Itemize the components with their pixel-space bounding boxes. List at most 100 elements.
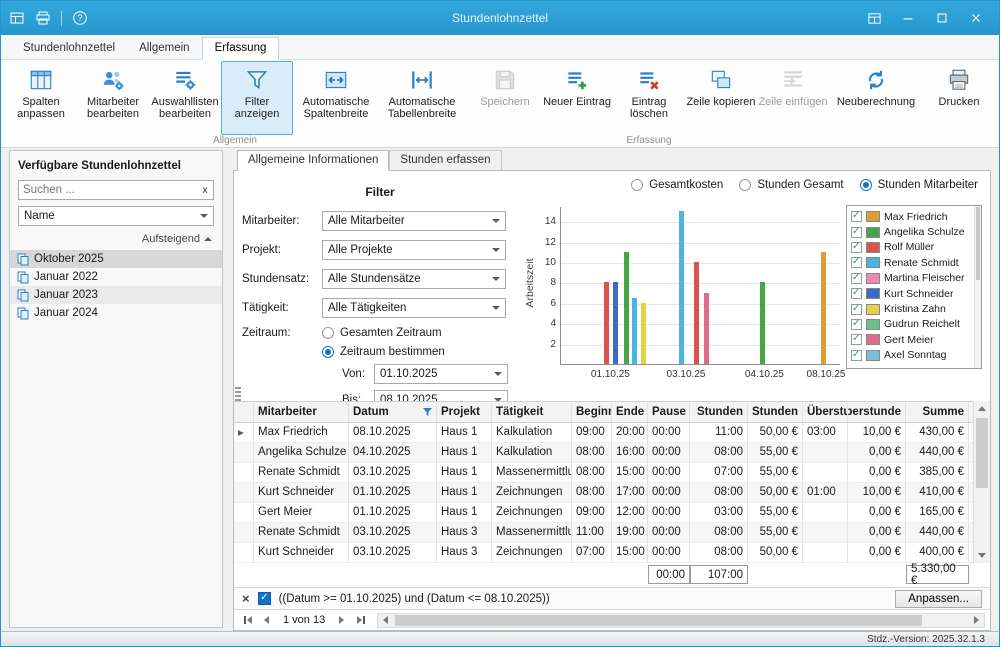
column-header[interactable]: Summe	[906, 402, 969, 422]
column-header[interactable]: Datum	[349, 402, 437, 422]
first-page-button[interactable]	[239, 612, 256, 628]
neuberechnung-button[interactable]: Neuberechnung	[833, 61, 919, 135]
tab-erfassung[interactable]: Erfassung	[202, 37, 280, 60]
table-row[interactable]: Kurt Schneider03.10.2025Haus 3Zeichnunge…	[234, 543, 990, 563]
list-item[interactable]: Januar 2022	[10, 268, 222, 286]
filter-field-dropdown[interactable]: Alle Mitarbeiter	[322, 211, 506, 231]
print-quick-icon[interactable]	[35, 10, 51, 26]
next-page-button[interactable]	[333, 612, 350, 628]
column-header[interactable]: Stunden	[690, 402, 748, 422]
checkbox-checked-icon[interactable]	[851, 242, 862, 253]
filter-field-dropdown[interactable]: Alle Projekte	[322, 240, 506, 260]
filter-field-dropdown[interactable]: Alle Stundensätze	[322, 269, 506, 289]
legend-item[interactable]: Renate Schmidt	[851, 255, 971, 270]
checkbox-checked-icon[interactable]	[851, 334, 862, 345]
legend-item[interactable]: Martina Fleischer	[851, 271, 971, 286]
checkbox-checked-icon[interactable]	[851, 273, 862, 284]
table-scrollbar-thumb[interactable]	[976, 418, 988, 488]
list-item[interactable]: Januar 2023	[10, 286, 222, 304]
eintrag-loeschen-button[interactable]: Eintrag löschen	[613, 61, 685, 135]
sort-order-toggle[interactable]: Aufsteigend	[20, 233, 212, 245]
spalten-anpassen-button[interactable]: Spalten anpassen	[5, 61, 77, 135]
tab-stunden-erfassen[interactable]: Stunden erfassen	[389, 150, 501, 170]
column-header[interactable]: Ende	[612, 402, 648, 422]
von-date-dropdown[interactable]: 01.10.2025	[374, 364, 508, 384]
scroll-left-icon[interactable]	[378, 614, 393, 627]
anpassen-button[interactable]: Anpassen...	[895, 590, 982, 608]
table-vertical-scrollbar[interactable]	[973, 401, 990, 563]
table-row[interactable]: Kurt Schneider01.10.2025Haus 1Zeichnunge…	[234, 483, 990, 503]
column-header[interactable]: Stunden	[748, 402, 803, 422]
legend-item[interactable]: Max Friedrich	[851, 209, 971, 224]
remove-filter-icon[interactable]	[242, 592, 250, 605]
list-item[interactable]: Januar 2024	[10, 304, 222, 322]
scroll-up-icon[interactable]	[974, 401, 990, 416]
minimize-button[interactable]	[893, 5, 923, 31]
column-header[interactable]: Überstu	[803, 402, 848, 422]
neuer-eintrag-button[interactable]: Neuer Eintrag	[541, 61, 613, 135]
table-row[interactable]: Renate Schmidt03.10.2025Haus 1Massenermi…	[234, 463, 990, 483]
search-input[interactable]	[19, 184, 197, 196]
auto-spaltenbreite-button[interactable]: Automatische Spaltenbreite	[293, 61, 379, 135]
column-header[interactable]: Mitarbeiter	[254, 402, 349, 422]
last-page-button[interactable]	[352, 612, 369, 628]
auswahllisten-bearbeiten-button[interactable]: Auswahllisten bearbeiten	[149, 61, 221, 135]
filter-enabled-checkbox[interactable]	[258, 592, 271, 605]
chart-option[interactable]: Stunden Mitarbeiter	[860, 179, 978, 191]
app-table-icon[interactable]	[9, 10, 25, 26]
maximize-button[interactable]	[927, 5, 957, 31]
legend-scrollbar[interactable]	[974, 206, 981, 368]
column-header[interactable]: Tätigkeit	[492, 402, 572, 422]
column-header[interactable]: Pause	[648, 402, 690, 422]
checkbox-checked-icon[interactable]	[851, 350, 862, 361]
radio-gesamter-zeitraum[interactable]: Gesamten Zeitraum	[322, 327, 445, 339]
table-row[interactable]: Angelika Schulze04.10.2025Haus 1Kalkulat…	[234, 443, 990, 463]
zeile-kopieren-button[interactable]: Zeile kopieren	[685, 61, 757, 135]
layout-icon[interactable]	[859, 5, 889, 31]
checkbox-checked-icon[interactable]	[851, 211, 862, 222]
checkbox-checked-icon[interactable]	[851, 227, 862, 238]
radio-zeitraum-bestimmen[interactable]: Zeitraum bestimmen	[322, 346, 445, 358]
clear-search-button[interactable]: x	[197, 184, 213, 196]
checkbox-checked-icon[interactable]	[851, 257, 862, 268]
table-row[interactable]: Gert Meier01.10.2025Haus 1Zeichnungen09:…	[234, 503, 990, 523]
checkbox-checked-icon[interactable]	[851, 288, 862, 299]
legend-item[interactable]: Gert Meier	[851, 332, 971, 347]
chart-option[interactable]: Gesamtkosten	[631, 179, 723, 191]
scroll-right-icon[interactable]	[969, 614, 984, 627]
legend-item[interactable]: Gudrun Reichelt	[851, 317, 971, 332]
checkbox-checked-icon[interactable]	[851, 319, 862, 330]
mitarbeiter-bearbeiten-button[interactable]: Mitarbeiter bearbeiten	[77, 61, 149, 135]
auto-tabellenbreite-button[interactable]: Automatische Tabellenbreite	[379, 61, 465, 135]
help-icon[interactable]: ?	[72, 10, 88, 26]
table-row[interactable]: ▸Max Friedrich08.10.2025Haus 1Kalkulatio…	[234, 423, 990, 443]
close-button[interactable]	[961, 5, 991, 31]
chart-option[interactable]: Stunden Gesamt	[739, 179, 843, 191]
previous-page-button[interactable]	[258, 612, 275, 628]
column-header[interactable]: Überstunde	[848, 402, 906, 422]
hscrollbar-thumb[interactable]	[395, 615, 922, 626]
legend-item[interactable]: Kurt Schneider	[851, 286, 971, 301]
legend-item[interactable]: Rolf Müller	[851, 240, 971, 255]
tab-allgemein[interactable]: Allgemein	[127, 38, 202, 59]
table-row[interactable]: Renate Schmidt03.10.2025Haus 3Massenermi…	[234, 523, 990, 543]
list-item[interactable]: Oktober 2025	[10, 250, 222, 268]
tab-allgemeine-informationen[interactable]: Allgemeine Informationen	[237, 150, 389, 171]
tab-stundenlohnzettel[interactable]: Stundenlohnzettel	[11, 38, 127, 59]
legend-item[interactable]: Axel Sonntag	[851, 348, 971, 363]
legend-scrollbar-thumb[interactable]	[976, 207, 980, 280]
column-filter-icon[interactable]	[423, 408, 432, 417]
legend-item[interactable]: Kristina Zahn	[851, 301, 971, 316]
scroll-down-icon[interactable]	[974, 548, 990, 563]
column-header[interactable]: Projekt	[437, 402, 492, 422]
column-header[interactable]: Beginn	[572, 402, 612, 422]
drucken-button[interactable]: Drucken	[923, 61, 995, 135]
speichern-button[interactable]: Speichern	[469, 61, 541, 135]
checkbox-checked-icon[interactable]	[851, 304, 862, 315]
filter-anzeigen-button[interactable]: Filter anzeigen	[221, 61, 293, 135]
legend-item[interactable]: Angelika Schulze	[851, 224, 971, 239]
sort-field-dropdown[interactable]: Name	[18, 206, 214, 226]
filter-field-dropdown[interactable]: Alle Tätigkeiten	[322, 298, 506, 318]
table-horizontal-scrollbar[interactable]	[377, 613, 985, 628]
zeile-einfuegen-button[interactable]: Zeile einfügen	[757, 61, 829, 135]
